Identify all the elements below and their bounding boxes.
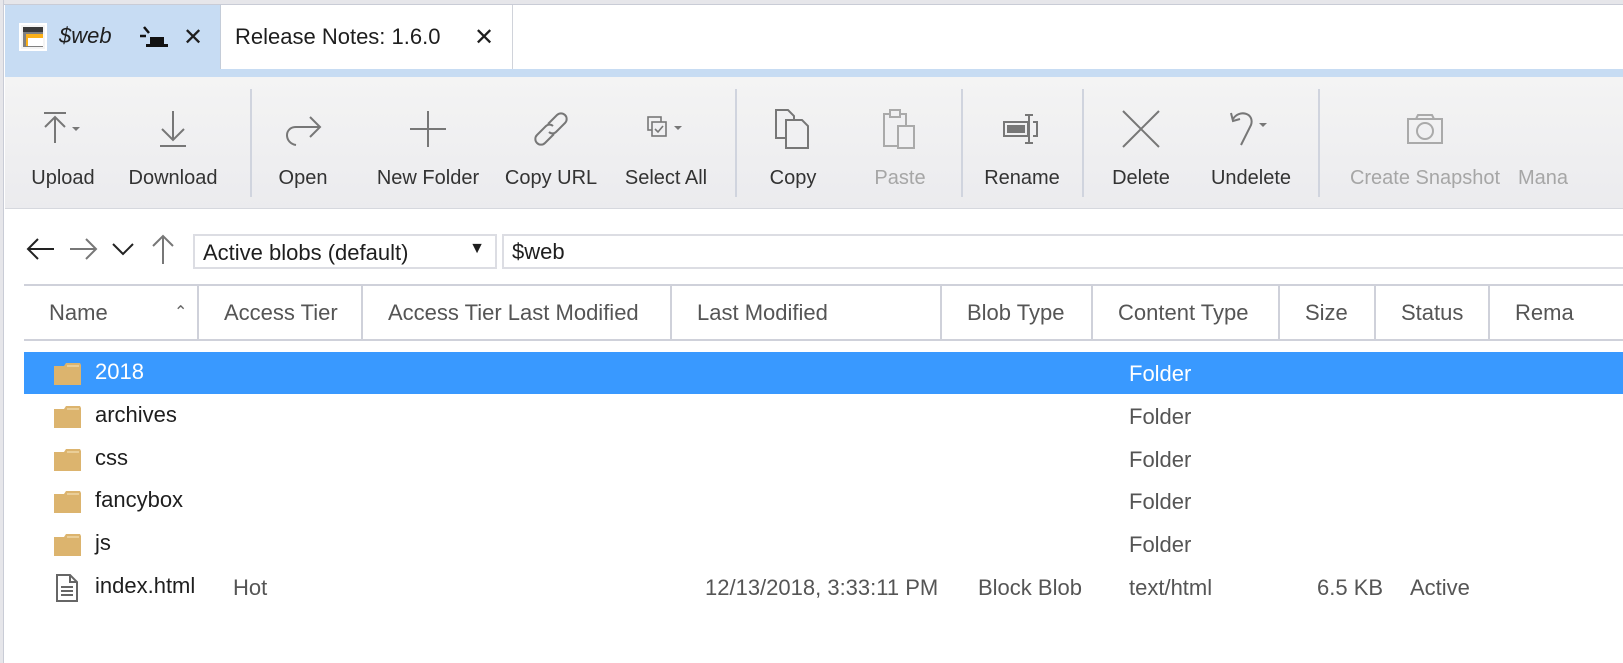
- select-all-icon: [647, 116, 682, 137]
- create-snapshot-button[interactable]: Create Snapshot: [1335, 77, 1515, 209]
- close-tab-icon[interactable]: ✕: [474, 26, 494, 50]
- pin-icon[interactable]: [139, 25, 169, 49]
- folder-icon: [54, 491, 81, 513]
- toolbar-separator: [735, 89, 737, 197]
- dropdown-arrow-icon: ▼: [469, 240, 485, 257]
- new-folder-button[interactable]: New Folder: [372, 77, 484, 209]
- forward-arrow-icon: [70, 238, 98, 260]
- blob-table: Name ⌃ Access Tier Access Tier Last Modi…: [24, 284, 1623, 602]
- tab-title: Release Notes: 1.6.0: [235, 24, 441, 49]
- download-button[interactable]: Download: [123, 77, 223, 209]
- copy-icon: [775, 109, 809, 149]
- column-header-status[interactable]: Status: [1376, 286, 1490, 339]
- column-header-access-tier[interactable]: Access Tier: [199, 286, 363, 339]
- up-arrow-icon: [152, 234, 174, 264]
- copy-url-button[interactable]: Copy URL: [505, 77, 597, 209]
- plus-icon: [410, 111, 446, 147]
- table-row[interactable]: js Folder: [24, 523, 1623, 565]
- toolbar-separator: [250, 89, 252, 197]
- table-row[interactable]: css Folder: [24, 438, 1623, 480]
- link-icon: [534, 112, 568, 146]
- view-filter-value: Active blobs (default): [203, 240, 409, 265]
- table-header: Name ⌃ Access Tier Access Tier Last Modi…: [24, 284, 1623, 341]
- table-row[interactable]: index.html Hot 12/13/2018, 3:33:11 PM Bl…: [24, 566, 1623, 608]
- navigation-bar: Active blobs (default) ▼ $web: [5, 210, 1623, 284]
- folder-icon: [54, 406, 81, 428]
- column-header-access-tier-last-modified[interactable]: Access Tier Last Modified: [363, 286, 672, 339]
- open-icon: [286, 116, 322, 146]
- upload-icon: [44, 112, 80, 143]
- column-header-size[interactable]: Size: [1280, 286, 1376, 339]
- delete-icon: [1122, 110, 1160, 148]
- column-header-content-type[interactable]: Content Type: [1093, 286, 1280, 339]
- back-button[interactable]: [25, 233, 57, 265]
- table-row[interactable]: archives Folder: [24, 395, 1623, 437]
- folder-icon: [54, 449, 81, 471]
- open-button[interactable]: Open: [273, 77, 333, 209]
- tab-title: $web: [59, 23, 112, 48]
- table-row[interactable]: fancybox Folder: [24, 480, 1623, 522]
- view-filter-dropdown[interactable]: Active blobs (default) ▼: [193, 234, 497, 269]
- undelete-button[interactable]: Undelete: [1205, 77, 1297, 209]
- column-header-name[interactable]: Name ⌃: [24, 286, 199, 339]
- back-arrow-icon: [26, 238, 54, 260]
- table-row[interactable]: 2018 Folder: [24, 352, 1623, 394]
- window-left-border: [0, 0, 4, 663]
- forward-button[interactable]: [67, 233, 99, 265]
- delete-button[interactable]: Delete: [1111, 77, 1171, 209]
- manage-button[interactable]: Mana: [1518, 77, 1623, 209]
- paste-icon: [883, 109, 915, 149]
- up-button[interactable]: [147, 233, 179, 265]
- toolbar-separator: [961, 89, 963, 197]
- folder-icon: [54, 363, 81, 385]
- toolbar: Upload Download Open New Folder Copy URL…: [5, 77, 1623, 209]
- chevron-down-icon: [112, 243, 134, 256]
- rename-button[interactable]: Rename: [983, 77, 1061, 209]
- select-all-button[interactable]: Select All: [623, 77, 709, 209]
- sort-ascending-icon: ⌃: [174, 304, 188, 321]
- tab-release-notes[interactable]: Release Notes: 1.6.0 ✕: [222, 5, 513, 69]
- recent-locations-button[interactable]: [107, 233, 139, 265]
- container-icon: [19, 23, 47, 51]
- toolbar-separator: [1318, 89, 1320, 197]
- column-header-remaining[interactable]: Rema: [1490, 286, 1623, 339]
- tab-web[interactable]: $web ✕: [5, 5, 221, 69]
- toolbar-separator: [1082, 89, 1084, 197]
- column-header-blob-type[interactable]: Blob Type: [942, 286, 1093, 339]
- undo-icon: [1230, 112, 1267, 146]
- upload-button[interactable]: Upload: [27, 77, 99, 209]
- camera-icon: [1407, 114, 1443, 144]
- rename-icon: [1003, 114, 1038, 144]
- copy-button[interactable]: Copy: [763, 77, 823, 209]
- download-icon: [160, 111, 186, 147]
- path-value: $web: [512, 239, 565, 264]
- path-input[interactable]: $web: [502, 234, 1623, 269]
- close-tab-icon[interactable]: ✕: [183, 26, 203, 50]
- folder-icon: [54, 534, 81, 556]
- tab-bar: $web ✕ Release Notes: 1.6.0 ✕: [5, 5, 1623, 69]
- paste-button[interactable]: Paste: [870, 77, 930, 209]
- tab-accent-strip: [5, 69, 1623, 77]
- column-header-last-modified[interactable]: Last Modified: [672, 286, 942, 339]
- file-icon: [56, 574, 78, 602]
